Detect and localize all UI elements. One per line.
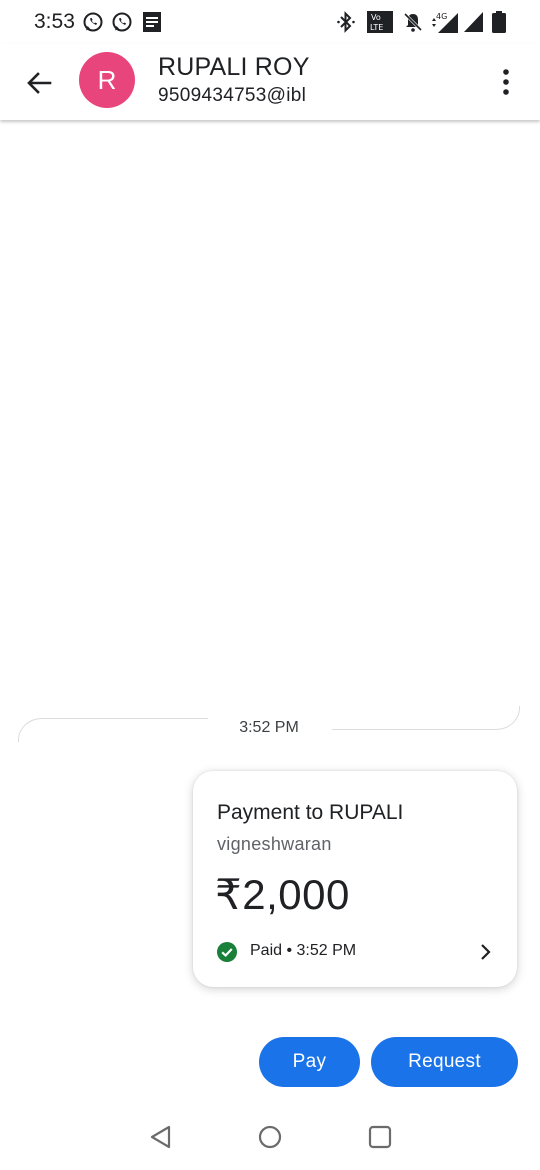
svg-text:Vo: Vo <box>371 13 381 22</box>
status-bar: 3:53 Vo LTE 4G <box>0 0 540 44</box>
contact-name: RUPALI ROY <box>158 53 310 81</box>
recents-square-icon[interactable] <box>367 1124 393 1150</box>
home-circle-icon[interactable] <box>257 1124 283 1150</box>
request-button[interactable]: Request <box>371 1037 518 1087</box>
notifications-off-icon <box>403 12 423 32</box>
whatsapp-icon <box>83 12 103 32</box>
svg-text:LTE: LTE <box>370 23 383 32</box>
contact-upi-id: 9509434753@ibl <box>158 85 307 106</box>
payment-title: Payment to RUPALI <box>217 801 404 824</box>
more-options-button[interactable] <box>492 64 520 100</box>
payment-amount: ₹2,000 <box>215 871 350 918</box>
payment-note: vigneshwaran <box>217 834 332 854</box>
document-icon <box>143 12 161 32</box>
network-type-label: 4G <box>436 12 447 21</box>
system-navigation-bar <box>0 1110 540 1170</box>
battery-icon <box>492 11 506 33</box>
avatar[interactable]: R <box>79 52 135 108</box>
conversation-header: R RUPALI ROY 9509434753@ibl <box>0 44 540 120</box>
status-time: 3:53 <box>34 10 75 33</box>
conversation-timestamp: 3:52 PM <box>239 719 299 736</box>
payment-card[interactable]: Payment to RUPALI vigneshwaran ₹2,000 Pa… <box>193 771 517 987</box>
check-circle-icon <box>217 942 237 962</box>
back-button[interactable] <box>20 64 58 102</box>
timestamp-divider-right <box>332 706 520 730</box>
arrow-back-icon <box>27 72 52 94</box>
payment-status: Paid • 3:52 PM <box>250 942 357 959</box>
chevron-right-icon <box>481 944 491 960</box>
signal-4g-icon: 4G <box>432 12 458 33</box>
timestamp-divider-left <box>18 718 208 742</box>
signal-icon <box>464 12 483 32</box>
whatsapp-icon <box>112 12 132 32</box>
more-vert-icon <box>503 69 509 95</box>
pay-button[interactable]: Pay <box>259 1037 360 1087</box>
volte-icon: Vo LTE <box>367 11 393 33</box>
back-triangle-icon[interactable] <box>148 1124 174 1150</box>
bluetooth-icon <box>337 11 355 33</box>
